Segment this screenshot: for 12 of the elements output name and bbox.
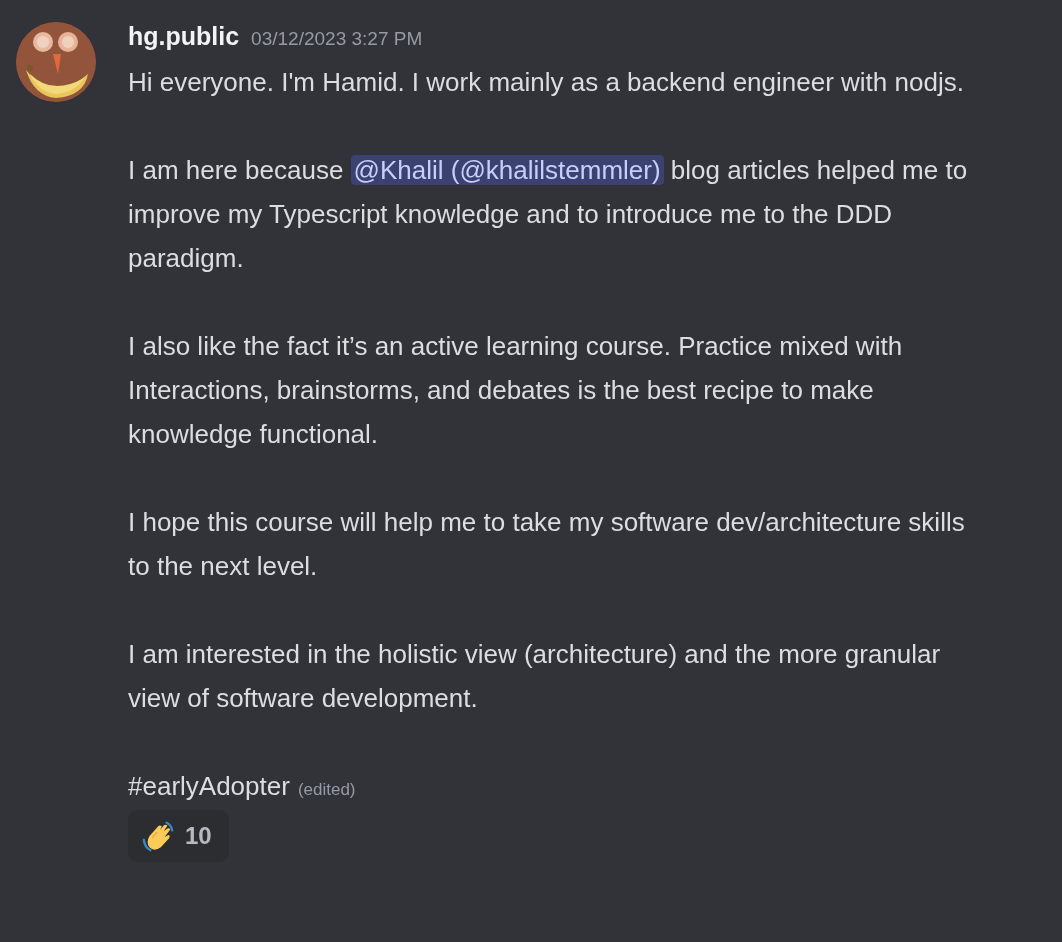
message-text: #earlyAdopter	[128, 770, 290, 803]
message-text: I am here because @Khalil (@khalilstemmler) blog articles helped me to improve my Typescript knowledge and to introduce me to the DDD paradigm.	[128, 154, 968, 275]
username[interactable]: hg.public	[128, 22, 240, 51]
reaction-button[interactable]: 10	[128, 810, 229, 862]
message-text: I hope this course will help me to take my software dev/architecture skills to the next level.	[128, 506, 966, 583]
user-mention[interactable]: @Khalil (@khalilstemmler)	[350, 155, 664, 185]
message-text: Hi everyone. I'm Hamid. I work mainly as a backend engineer with nodjs.	[128, 66, 965, 99]
timestamp: 03/12/2023 3:27 PM	[251, 28, 423, 50]
message-text: I also like the fact it’s an active learning course. Practice mixed with Interactions, brainstorms, and debates is the best recipe to make knowledge functional.	[128, 330, 904, 451]
edited-label: (edited)	[297, 780, 356, 800]
waving-hand-icon	[141, 819, 175, 853]
message-text: I am interested in the holistic view (architecture) and the more granular view of software development.	[128, 638, 942, 715]
